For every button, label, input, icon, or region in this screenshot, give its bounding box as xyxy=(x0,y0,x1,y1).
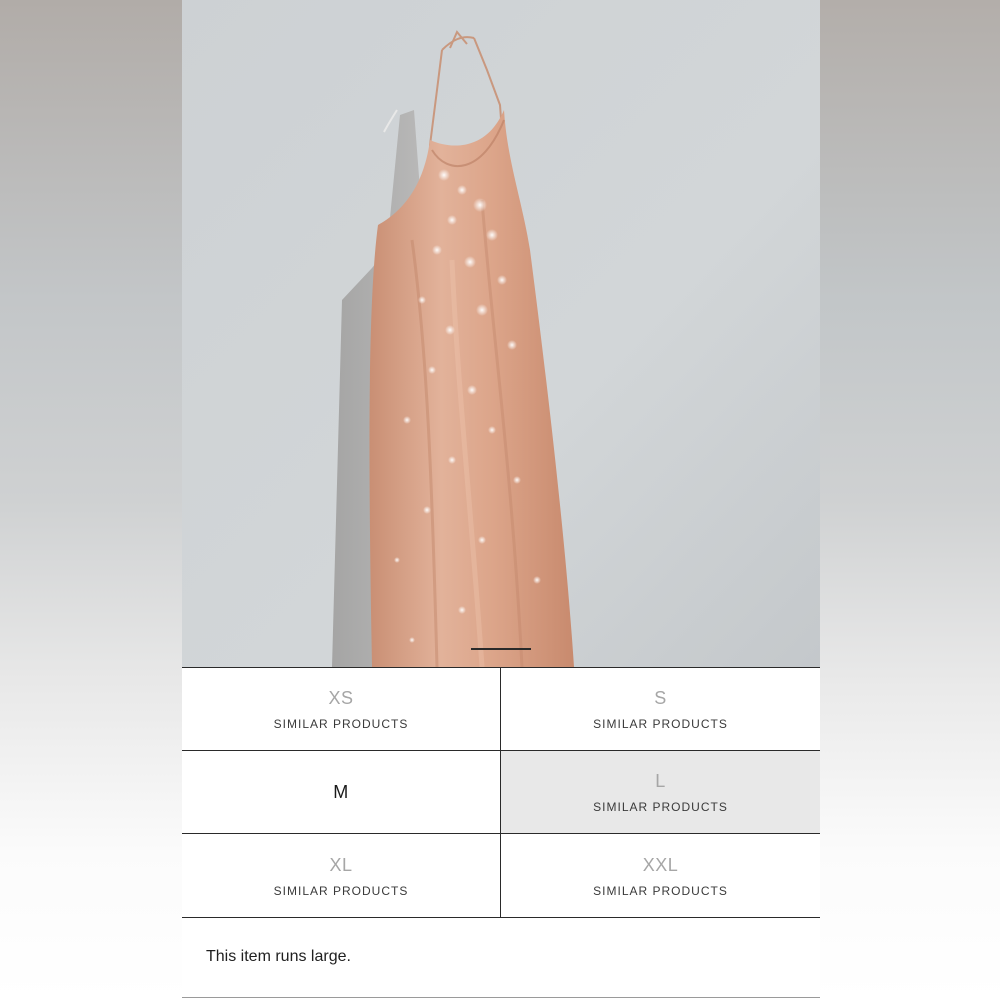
size-label: M xyxy=(333,782,349,802)
similar-products-link[interactable]: SIMILAR PRODUCTS xyxy=(274,717,409,731)
size-label: XL xyxy=(329,854,353,875)
screenshot-stage: XS SIMILAR PRODUCTS S SIMILAR PRODUCTS M… xyxy=(0,0,1000,1000)
size-option-xl[interactable]: XL SIMILAR PRODUCTS xyxy=(182,834,501,918)
blurred-backdrop-left xyxy=(0,0,182,1000)
size-option-xxl[interactable]: XXL SIMILAR PRODUCTS xyxy=(501,834,820,918)
similar-products-link[interactable]: SIMILAR PRODUCTS xyxy=(274,884,409,898)
dress-illustration xyxy=(182,0,820,667)
product-image[interactable] xyxy=(182,0,820,667)
size-label: L xyxy=(655,771,666,791)
size-label: XS xyxy=(328,688,354,708)
fit-note: This item runs large. xyxy=(206,948,351,965)
size-option-m[interactable]: M xyxy=(182,751,501,834)
product-panel: XS SIMILAR PRODUCTS S SIMILAR PRODUCTS M… xyxy=(182,0,820,1000)
divider xyxy=(182,997,820,998)
blurred-backdrop-right xyxy=(820,0,1000,1000)
size-option-l[interactable]: L SIMILAR PRODUCTS xyxy=(501,751,820,834)
size-label: S xyxy=(654,688,667,708)
size-option-s[interactable]: S SIMILAR PRODUCTS xyxy=(501,668,820,751)
image-pager-indicator[interactable] xyxy=(471,648,531,650)
similar-products-link[interactable]: SIMILAR PRODUCTS xyxy=(593,884,728,898)
size-option-xs[interactable]: XS SIMILAR PRODUCTS xyxy=(182,668,501,751)
similar-products-link[interactable]: SIMILAR PRODUCTS xyxy=(593,717,728,731)
size-label: XXL xyxy=(642,854,679,875)
similar-products-link[interactable]: SIMILAR PRODUCTS xyxy=(593,800,728,814)
size-selector-grid: XS SIMILAR PRODUCTS S SIMILAR PRODUCTS M… xyxy=(182,667,820,918)
